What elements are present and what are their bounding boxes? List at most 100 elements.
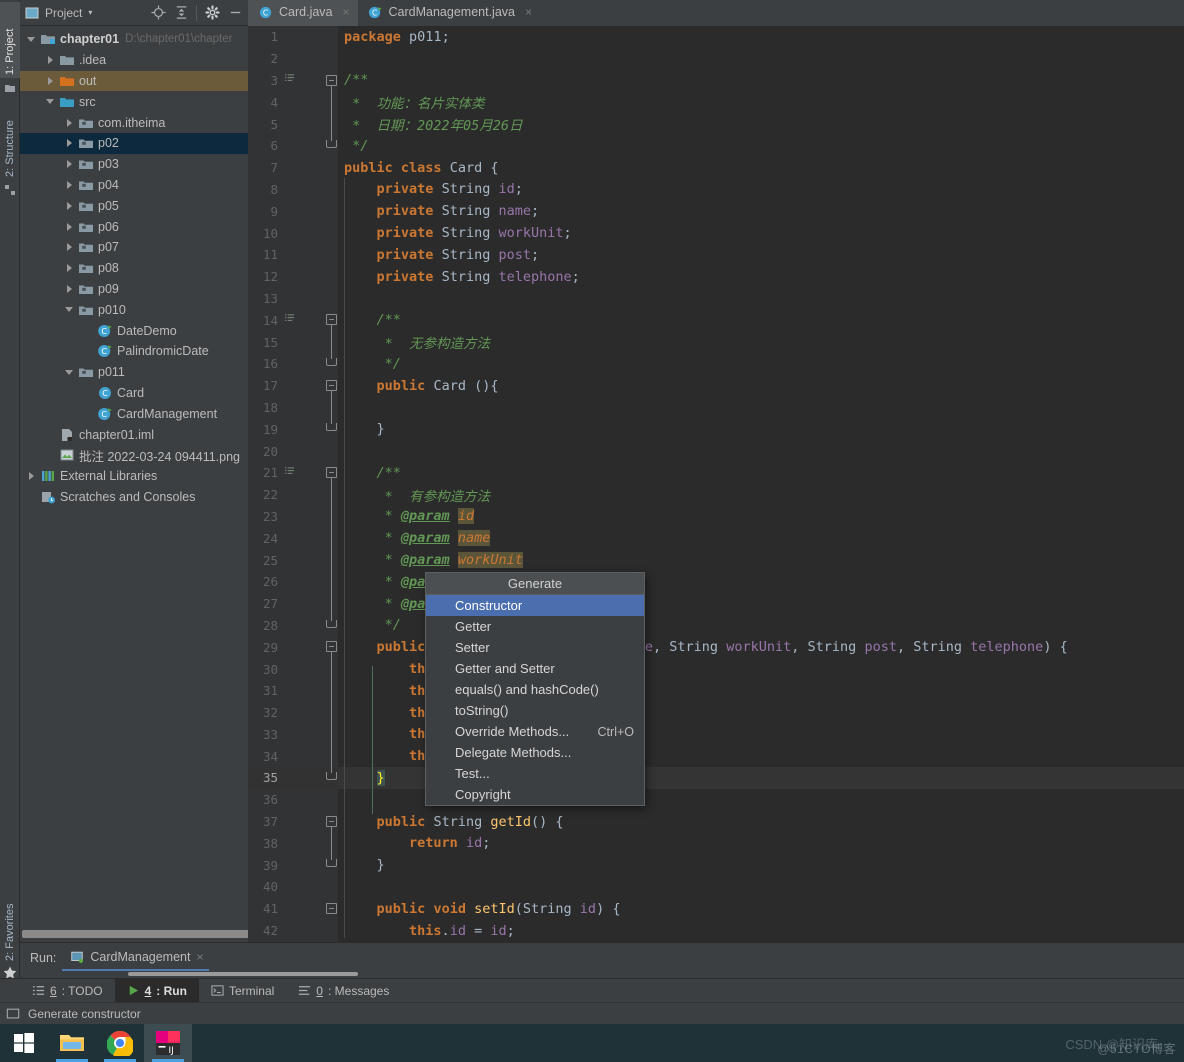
- bottom-tool-tabs[interactable]: 6: TODO 4: Run Terminal 0: Messages: [0, 978, 1184, 1003]
- chevron-right-icon[interactable]: [45, 75, 56, 86]
- chevron-right-icon[interactable]: [45, 55, 56, 66]
- code-line-9[interactable]: 9 private String name;: [248, 200, 1184, 222]
- javadoc-gutter-icon[interactable]: [284, 73, 298, 87]
- code-line-11[interactable]: 11 private String post;: [248, 244, 1184, 266]
- code-line-17[interactable]: 17 public Card (){: [248, 375, 1184, 397]
- code-line-19[interactable]: 19 }: [248, 418, 1184, 440]
- editor-tab-card-java[interactable]: C Card.java ×: [248, 0, 358, 26]
- code-line-15[interactable]: 15 * 无参构造方法: [248, 331, 1184, 353]
- tree-row-p07[interactable]: p07: [20, 237, 248, 258]
- tree-row-chapter01-iml[interactable]: chapter01.iml: [20, 424, 248, 445]
- hide-panel-icon[interactable]: [224, 2, 246, 24]
- fold-end-icon[interactable]: [326, 619, 337, 628]
- project-tree[interactable]: chapter01 D:\chapter01\chapter .idea out src…: [20, 26, 248, 942]
- code-line-41[interactable]: 41 public void setId(String id) {: [248, 898, 1184, 920]
- chrome-icon[interactable]: [96, 1024, 144, 1062]
- vertical-tab-project[interactable]: 1: Project: [0, 2, 20, 78]
- code-line-6[interactable]: 6 */: [248, 135, 1184, 157]
- generate-popup[interactable]: Generate Constructor Getter Setter Getter a…: [425, 572, 645, 806]
- chevron-down-icon[interactable]: [45, 96, 56, 107]
- tree-row-com-itheima[interactable]: com.itheima: [20, 112, 248, 133]
- tree-row-p08[interactable]: p08: [20, 258, 248, 279]
- code-line-18[interactable]: 18: [248, 397, 1184, 419]
- generate-item-delegate-methods[interactable]: Delegate Methods...: [426, 742, 644, 763]
- generate-item-constructor[interactable]: Constructor: [426, 595, 644, 616]
- chevron-right-icon[interactable]: [64, 138, 75, 149]
- code-line-37[interactable]: 37 public String getId() {: [248, 811, 1184, 833]
- bottom-tab-run[interactable]: 4: Run: [114, 978, 199, 1003]
- generate-item-test[interactable]: Test...: [426, 763, 644, 784]
- generate-item-tostring[interactable]: toString(): [426, 700, 644, 721]
- code-line-42[interactable]: 42 this.id = id;: [248, 920, 1184, 942]
- code-line-13[interactable]: 13: [248, 288, 1184, 310]
- code-line-32[interactable]: 32 this.workUnit = workUnit;: [248, 702, 1184, 724]
- chevron-right-icon[interactable]: [64, 242, 75, 253]
- tree-row-p03[interactable]: p03: [20, 154, 248, 175]
- tree-row-out[interactable]: out: [20, 70, 248, 92]
- vertical-tab-structure[interactable]: 2: Structure: [0, 86, 20, 180]
- code-line-33[interactable]: 33 this.post = post;: [248, 724, 1184, 746]
- tree-row-p02[interactable]: p02: [20, 132, 248, 154]
- tree-row-p05[interactable]: p05: [20, 195, 248, 216]
- generate-item-equals-and-hashcode[interactable]: equals() and hashCode(): [426, 679, 644, 700]
- generate-item-override-methods[interactable]: Override Methods... Ctrl+O: [426, 721, 644, 742]
- tree-row-p010[interactable]: p010: [20, 299, 248, 320]
- run-panel-scrollbar[interactable]: [128, 972, 358, 976]
- editor-tab-cardmanagement-java[interactable]: C CardManagement.java ×: [358, 0, 540, 26]
- tree-row-external-libraries[interactable]: External Libraries: [20, 466, 248, 487]
- code-line-22[interactable]: 22 * 有参构造方法: [248, 484, 1184, 506]
- tree-row-datedemo[interactable]: C DateDemo: [20, 320, 248, 341]
- code-editor[interactable]: 1 package p011; 2 3/** 4 * 功能：名片实体类 5 * 日期：20…: [248, 26, 1184, 942]
- tree-row-2022-03-24-094411-png[interactable]: 批注 2022-03-24 094411.png: [20, 445, 248, 466]
- vertical-tab-favorites[interactable]: 2: Favorites: [0, 868, 20, 964]
- chevron-down-icon[interactable]: [26, 34, 37, 45]
- code-line-1[interactable]: 1 package p011;: [248, 26, 1184, 48]
- code-lines[interactable]: 1 package p011; 2 3/** 4 * 功能：名片实体类 5 * 日期：20…: [248, 26, 1184, 942]
- tree-row-p09[interactable]: p09: [20, 279, 248, 300]
- code-line-39[interactable]: 39 }: [248, 854, 1184, 876]
- chevron-down-icon[interactable]: [64, 367, 75, 378]
- tree-row-cardmanagement[interactable]: C CardManagement: [20, 403, 248, 424]
- tree-row-p06[interactable]: p06: [20, 216, 248, 237]
- file-explorer-icon[interactable]: [48, 1024, 96, 1062]
- code-line-40[interactable]: 40: [248, 876, 1184, 898]
- close-icon[interactable]: ×: [343, 5, 350, 19]
- code-line-20[interactable]: 20: [248, 440, 1184, 462]
- code-line-24[interactable]: 24 * @param name: [248, 527, 1184, 549]
- code-line-14[interactable]: 14 /**: [248, 309, 1184, 331]
- tree-row-idea[interactable]: .idea: [20, 50, 248, 71]
- chevron-right-icon[interactable]: [26, 471, 37, 482]
- chevron-right-icon[interactable]: [64, 159, 75, 170]
- generate-item-setter[interactable]: Setter: [426, 637, 644, 658]
- code-line-31[interactable]: 31 this.name = name;: [248, 680, 1184, 702]
- chevron-right-icon[interactable]: [64, 117, 75, 128]
- code-line-28[interactable]: 28 */: [248, 615, 1184, 637]
- generate-item-getter-and-setter[interactable]: Getter and Setter: [426, 658, 644, 679]
- code-line-23[interactable]: 23 * @param id: [248, 506, 1184, 528]
- chevron-right-icon[interactable]: [64, 263, 75, 274]
- code-line-10[interactable]: 10 private String workUnit;: [248, 222, 1184, 244]
- chevron-right-icon[interactable]: [64, 200, 75, 211]
- code-line-7[interactable]: 7 public class Card {: [248, 157, 1184, 179]
- generate-item-copyright[interactable]: Copyright: [426, 784, 644, 805]
- tree-row-src[interactable]: src: [20, 91, 248, 112]
- tree-row-p011[interactable]: p011: [20, 362, 248, 383]
- fold-end-icon[interactable]: [326, 772, 337, 781]
- gear-icon[interactable]: [201, 2, 223, 24]
- code-line-21[interactable]: 21 /**: [248, 462, 1184, 484]
- windows-start-icon[interactable]: [0, 1024, 48, 1062]
- code-line-16[interactable]: 16 */: [248, 353, 1184, 375]
- code-line-34[interactable]: 34 this.telephone = telephone;: [248, 745, 1184, 767]
- fold-end-icon[interactable]: [326, 139, 337, 148]
- code-line-12[interactable]: 12 private String telephone;: [248, 266, 1184, 288]
- chevron-down-icon[interactable]: [64, 304, 75, 315]
- chevron-right-icon[interactable]: [64, 179, 75, 190]
- code-line-5[interactable]: 5 * 日期：2022年05月26日: [248, 113, 1184, 135]
- fold-end-icon[interactable]: [326, 859, 337, 868]
- run-config-close-icon[interactable]: ×: [196, 950, 203, 964]
- fold-collapse-icon[interactable]: [326, 902, 337, 914]
- code-line-2[interactable]: 2: [248, 48, 1184, 70]
- javadoc-gutter-icon[interactable]: [284, 313, 298, 327]
- code-line-26[interactable]: 26 * @param post: [248, 571, 1184, 593]
- fold-end-icon[interactable]: [326, 423, 337, 432]
